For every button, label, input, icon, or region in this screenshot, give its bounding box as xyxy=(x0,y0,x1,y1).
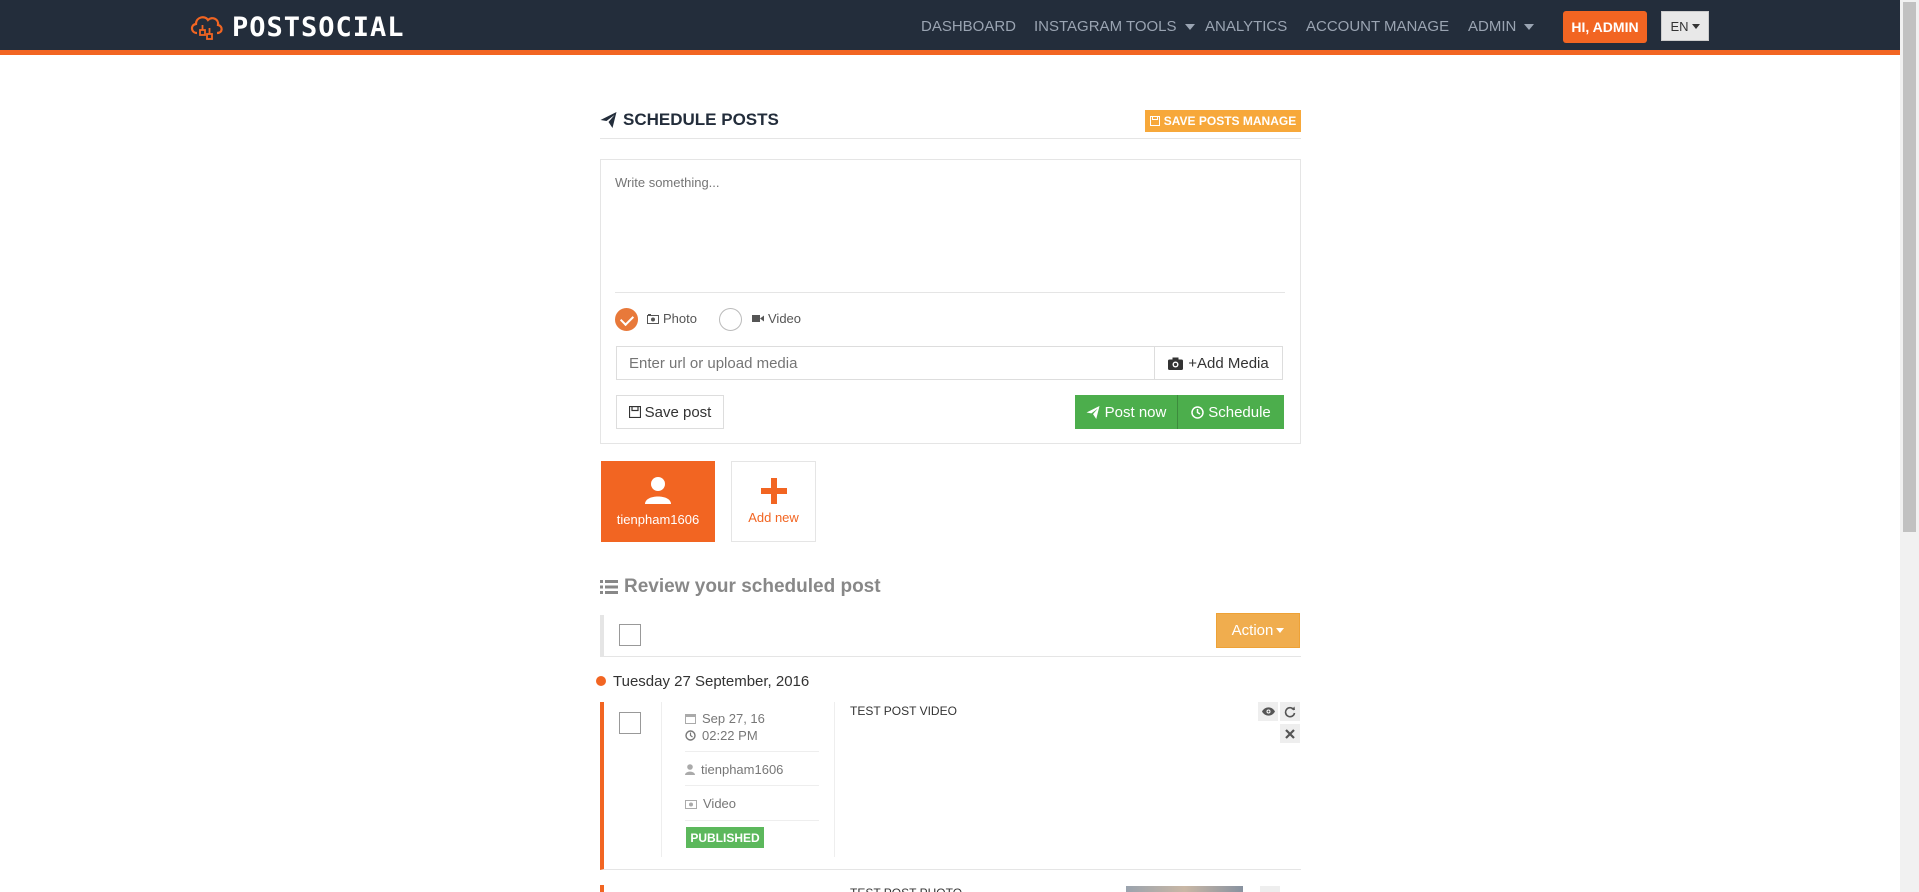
nav-item-dashboard[interactable]: DASHBOARD xyxy=(921,18,1016,35)
photo-icon xyxy=(647,313,659,324)
divider xyxy=(834,702,835,857)
save-posts-manage-button[interactable]: SAVE POSTS MANAGE xyxy=(1145,110,1301,132)
divider xyxy=(685,820,819,821)
divider xyxy=(600,138,1301,139)
nav-item-analytics[interactable]: ANALYTICS xyxy=(1205,18,1287,35)
post-caption: TEST POST VIDEO xyxy=(850,704,957,718)
photo-radio[interactable] xyxy=(615,308,638,331)
post-account-text: tienpham1606 xyxy=(701,762,784,777)
divider xyxy=(661,702,662,857)
preview-button[interactable] xyxy=(1260,886,1280,892)
brand-logo[interactable]: POSTSOCIAL xyxy=(188,10,405,44)
post-time: 02:22 PM xyxy=(685,728,758,743)
divider xyxy=(685,751,819,752)
paper-plane-icon xyxy=(1086,405,1100,419)
review-heading: Review your scheduled post xyxy=(600,576,881,598)
caret-down-icon xyxy=(1184,24,1195,31)
repost-button[interactable] xyxy=(1280,702,1300,721)
plus-icon xyxy=(760,478,787,504)
floppy-disk-icon xyxy=(628,406,641,418)
paper-plane-icon xyxy=(600,112,617,128)
status-badge: PUBLISHED xyxy=(686,827,764,848)
save-post-label: Save post xyxy=(644,403,712,421)
photo-icon xyxy=(685,799,697,809)
cloud-logo-icon xyxy=(190,16,223,40)
account-card-tienpham1606[interactable]: tienpham1606 xyxy=(601,461,715,542)
user-icon xyxy=(685,764,695,775)
preview-button[interactable] xyxy=(1258,702,1278,721)
photo-label-text: Photo xyxy=(663,311,697,326)
video-radio[interactable] xyxy=(719,308,742,331)
scheduled-post-row xyxy=(600,885,604,892)
language-dropdown[interactable]: EN xyxy=(1661,11,1709,41)
nav-item-label: ACCOUNT MANAGE xyxy=(1306,18,1450,35)
post-type-text: Video xyxy=(703,796,737,811)
user-menu-button[interactable]: HI, ADMIN xyxy=(1563,11,1647,43)
review-title: Review your scheduled post xyxy=(624,576,881,597)
nav-item-label: ANALYTICS xyxy=(1205,18,1288,35)
nav-item-label: ADMIN xyxy=(1468,18,1517,35)
action-label: Action xyxy=(1231,622,1274,639)
post-type: Video xyxy=(685,796,736,811)
caret-down-icon xyxy=(1276,628,1285,633)
user-icon xyxy=(645,477,671,504)
post-now-button[interactable]: Post now xyxy=(1075,395,1178,429)
video-label-text: Video xyxy=(768,311,802,326)
eye-icon xyxy=(1261,707,1275,716)
camera-icon xyxy=(1168,357,1184,370)
delete-button[interactable] xyxy=(1280,724,1300,743)
post-now-label: Post now xyxy=(1104,403,1167,421)
divider xyxy=(685,785,819,786)
save-post-button[interactable]: Save post xyxy=(616,395,724,429)
post-thumbnail[interactable] xyxy=(1126,886,1243,892)
post-date-text: Sep 27, 16 xyxy=(702,711,765,726)
post-caption: TEST POST PHOTO xyxy=(850,886,962,892)
post-date: Sep 27, 16 xyxy=(685,711,765,726)
schedule-label: Schedule xyxy=(1208,403,1271,421)
add-media-button[interactable]: +Add Media xyxy=(1154,346,1283,380)
photo-option-label[interactable]: Photo xyxy=(647,311,697,326)
add-account-button[interactable]: Add new xyxy=(731,461,816,542)
post-account: tienpham1606 xyxy=(685,762,783,777)
nav-item-label: INSTAGRAM TOOLS xyxy=(1034,18,1177,35)
schedule-posts-heading: SCHEDULE POSTS xyxy=(600,110,779,130)
video-option-label[interactable]: Video xyxy=(752,311,801,326)
nav-item-admin[interactable]: ADMIN xyxy=(1468,18,1535,35)
timeline-dot xyxy=(596,676,606,686)
post-select-checkbox[interactable] xyxy=(619,712,641,734)
nav-item-label: DASHBOARD xyxy=(921,18,1017,35)
clock-icon xyxy=(685,730,696,741)
refresh-icon xyxy=(1284,706,1296,717)
list-icon xyxy=(600,580,618,594)
brand-name: POSTSOCIAL xyxy=(232,11,405,43)
action-dropdown-button[interactable]: Action xyxy=(1216,613,1300,648)
schedule-button[interactable]: Schedule xyxy=(1178,395,1284,429)
add-new-label: Add new xyxy=(748,510,799,525)
scrollbar-thumb[interactable] xyxy=(1903,2,1916,532)
media-url-input[interactable] xyxy=(616,346,1155,380)
user-menu-label: HI, ADMIN xyxy=(1571,19,1639,35)
select-all-checkbox[interactable] xyxy=(619,624,641,646)
caret-down-icon xyxy=(1524,24,1535,31)
schedule-posts-title: SCHEDULE POSTS xyxy=(623,110,779,129)
calendar-icon xyxy=(685,714,696,724)
nav-item-instagram-tools[interactable]: INSTAGRAM TOOLS xyxy=(1034,18,1195,35)
nav-item-account-manage[interactable]: ACCOUNT MANAGE xyxy=(1306,18,1449,35)
floppy-disk-icon xyxy=(1149,116,1160,126)
review-toolbar xyxy=(600,615,1301,657)
clock-icon xyxy=(1191,405,1204,419)
account-username: tienpham1606 xyxy=(616,512,700,527)
date-group-heading: Tuesday 27 September, 2016 xyxy=(613,673,810,690)
close-icon xyxy=(1285,728,1295,739)
post-time-text: 02:22 PM xyxy=(702,728,758,743)
top-navbar: POSTSOCIAL DASHBOARD INSTAGRAM TOOLS ANA… xyxy=(0,0,1900,55)
save-posts-manage-label: SAVE POSTS MANAGE xyxy=(1163,114,1297,128)
add-media-label: +Add Media xyxy=(1188,354,1269,372)
caret-down-icon xyxy=(1691,23,1700,29)
video-camera-icon xyxy=(752,315,764,322)
language-label: EN xyxy=(1670,18,1689,34)
post-text-input[interactable] xyxy=(615,175,1285,293)
